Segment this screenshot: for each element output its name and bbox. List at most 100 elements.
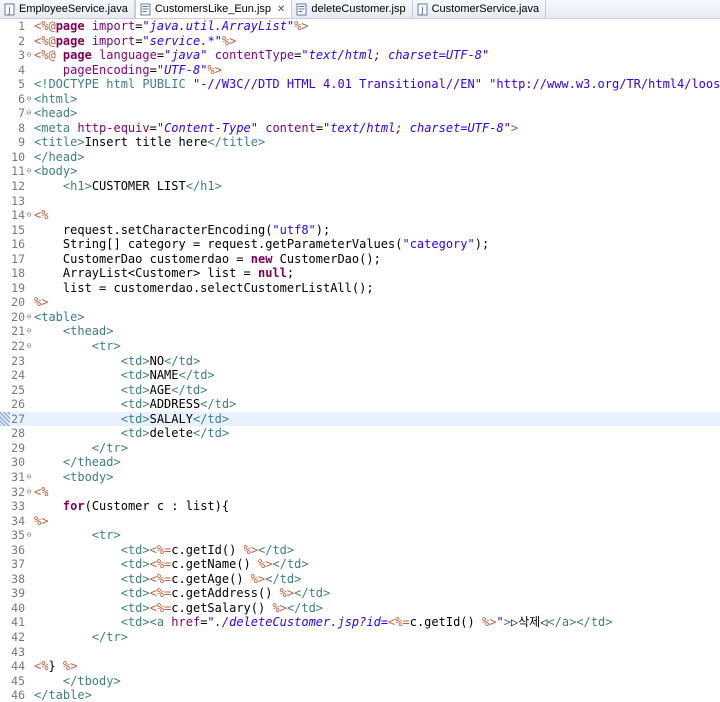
code-token: delete xyxy=(149,426,193,441)
code-token: %> xyxy=(279,586,295,601)
code-line[interactable]: 30 </thead> xyxy=(0,455,720,470)
code-token: String[] category = request.getParameter… xyxy=(34,237,403,252)
code-line[interactable]: 3 ⊖ <%@ page language="java" contentType="… xyxy=(0,48,720,63)
tab-customerservice-java[interactable]: J CustomerService.java xyxy=(413,0,547,18)
code-line[interactable]: 32 ⊖ <% xyxy=(0,485,720,500)
code-token: <!DOCTYPE html PUBLIC xyxy=(34,77,193,92)
code-token: </td> xyxy=(178,368,215,383)
code-line[interactable]: 43 xyxy=(0,645,720,660)
line-number: 38 xyxy=(11,571,25,586)
code-line[interactable]: 20 ⊖ <table> xyxy=(0,310,720,325)
code-text: <tr> xyxy=(34,339,121,354)
code-token: %> xyxy=(207,62,222,77)
code-line[interactable]: 4 pageEncoding="UTF-8"%> xyxy=(0,63,720,78)
code-line[interactable]: 20 %> xyxy=(0,295,720,310)
code-line[interactable]: 14 ⊖ <% xyxy=(0,208,720,223)
code-line[interactable]: 29 </tr> xyxy=(0,441,720,456)
code-line[interactable]: 33 for(Customer c : list){ xyxy=(0,499,720,514)
code-line[interactable]: 42 </tr> xyxy=(0,630,720,645)
code-line[interactable]: 17 CustomerDao customerdao = new Custome… xyxy=(0,252,720,267)
code-editor[interactable]: 1 <%@page import="java.util.ArrayList"%> 2… xyxy=(0,19,720,702)
code-token: <%@ xyxy=(34,19,56,33)
line-number: 28 xyxy=(11,426,25,441)
code-line[interactable]: 26 <td>ADDRESS</td> xyxy=(0,397,720,412)
fold-toggle-icon[interactable]: ⊖ xyxy=(25,470,33,485)
code-token: = xyxy=(149,62,157,77)
line-number: 11 xyxy=(11,164,25,179)
fold-toggle-icon[interactable]: ⊖ xyxy=(25,310,33,325)
code-line[interactable]: 12 <h1>CUSTOMER LIST</h1> xyxy=(0,179,720,194)
code-line[interactable]: 27 <td>SALALY</td> xyxy=(0,411,720,427)
code-token: <%= xyxy=(388,615,410,630)
code-line[interactable]: 11 ⊖ <body> xyxy=(0,164,720,179)
code-line[interactable]: 5 <!DOCTYPE html PUBLIC "-//W3C//DTD HTML… xyxy=(0,77,720,92)
code-line[interactable]: 8 <meta http-equiv="Content-Type" content… xyxy=(0,121,720,136)
close-tab-icon[interactable]: ✕ xyxy=(277,4,285,15)
fold-toggle-icon[interactable]: ⊖ xyxy=(25,485,33,500)
code-token: "UTF-8" xyxy=(156,62,208,77)
code-token: = xyxy=(315,120,324,135)
fold-toggle-icon[interactable]: ⊖ xyxy=(25,106,33,121)
code-text: <html> xyxy=(34,92,77,107)
code-line[interactable]: 19 list = customerdao.selectCustomerList… xyxy=(0,281,720,296)
code-line[interactable]: 2 <%@page import="service.*"%> xyxy=(0,34,720,49)
code-token: pageEncoding xyxy=(62,62,150,77)
code-line[interactable]: 16 String[] category = request.getParame… xyxy=(0,237,720,252)
fold-toggle-icon[interactable]: ⊖ xyxy=(25,208,33,223)
code-line[interactable]: 39 <td><%=c.getAddress() %></td> xyxy=(0,586,720,601)
code-line[interactable]: 40 <td><%=c.getSalary() %></td> xyxy=(0,601,720,616)
code-token: <td> xyxy=(120,426,150,441)
code-line[interactable]: 13 xyxy=(0,194,720,209)
code-token: %> xyxy=(294,19,309,33)
code-line[interactable]: 18 ArrayList<Customer> list = null; xyxy=(0,266,720,281)
code-line[interactable]: 24 <td>NAME</td> xyxy=(0,368,720,383)
code-line[interactable]: 36 <td><%=c.getId() %></td> xyxy=(0,543,720,558)
code-token: <head> xyxy=(34,106,78,121)
code-line[interactable]: 41 <td><a href="./deleteCustomer.jsp?id=… xyxy=(0,615,720,630)
code-line[interactable]: 15 request.setCharacterEncoding("utf8"); xyxy=(0,223,720,238)
code-line[interactable]: 34 %> xyxy=(0,514,720,529)
code-token: request.setCharacterEncoding( xyxy=(34,222,273,237)
code-token: language xyxy=(99,48,157,63)
code-line[interactable]: 21 ⊖ <thead> xyxy=(0,324,720,339)
code-line[interactable]: 25 <td>AGE</td> xyxy=(0,383,720,398)
code-line[interactable]: 6 ⊖ <html> xyxy=(0,92,720,107)
code-line[interactable]: 22 ⊖ <tr> xyxy=(0,339,720,354)
fold-toggle-icon[interactable]: ⊖ xyxy=(25,528,33,543)
tab-customerslike-eun-jsp[interactable]: CustomersLike_Eun.jsp ✕ xyxy=(134,0,293,18)
tab-employeeservice-java[interactable]: J EmployeeService.java xyxy=(0,0,135,18)
code-line[interactable]: 10 </head> xyxy=(0,150,720,165)
code-line[interactable]: 23 <td>NO</td> xyxy=(0,354,720,369)
code-line[interactable]: 38 <td><%=c.getAge() %></td> xyxy=(0,572,720,587)
code-token: ); xyxy=(474,237,490,252)
code-token: <td> xyxy=(120,571,150,586)
code-line[interactable]: 1 <%@page import="java.util.ArrayList"%> xyxy=(0,19,720,34)
code-token: (Customer c : list){ xyxy=(84,499,230,514)
fold-toggle-icon[interactable]: ⊖ xyxy=(25,164,33,179)
fold-toggle-icon[interactable]: ⊖ xyxy=(25,48,33,63)
fold-toggle-icon[interactable]: ⊖ xyxy=(25,92,33,107)
code-line[interactable]: 45 </tbody> xyxy=(0,674,720,689)
code-token: "Content-Type" xyxy=(156,120,258,135)
code-token: %> xyxy=(481,615,497,630)
line-number: 12 xyxy=(11,179,25,194)
code-text: <tr> xyxy=(34,528,121,543)
code-line[interactable]: 9 <title>Insert title here</title> xyxy=(0,135,720,150)
code-line[interactable]: 31 ⊖ <tbody> xyxy=(0,470,720,485)
code-token: c.getId() xyxy=(409,615,482,630)
code-line[interactable]: 28 <td>delete</td> xyxy=(0,426,720,441)
line-number: 6 xyxy=(18,91,25,106)
code-token: <%= xyxy=(149,542,172,557)
code-line[interactable]: 7 ⊖ <head> xyxy=(0,106,720,121)
code-line[interactable]: 46 </table> xyxy=(0,688,720,702)
code-line[interactable]: 35 ⊖ <tr> xyxy=(0,528,720,543)
code-token: CustomerDao customerdao = xyxy=(34,251,251,266)
code-token: <td> xyxy=(120,397,150,412)
fold-toggle-icon[interactable]: ⊖ xyxy=(25,324,33,339)
code-line[interactable]: 37 <td><%=c.getName() %></td> xyxy=(0,557,720,572)
tab-deletecustomer-jsp[interactable]: deleteCustomer.jsp xyxy=(292,0,413,18)
fold-toggle-icon[interactable]: ⊖ xyxy=(25,339,33,354)
code-line[interactable]: 44 <%} %> xyxy=(0,659,720,674)
code-token: <td> xyxy=(120,600,150,615)
